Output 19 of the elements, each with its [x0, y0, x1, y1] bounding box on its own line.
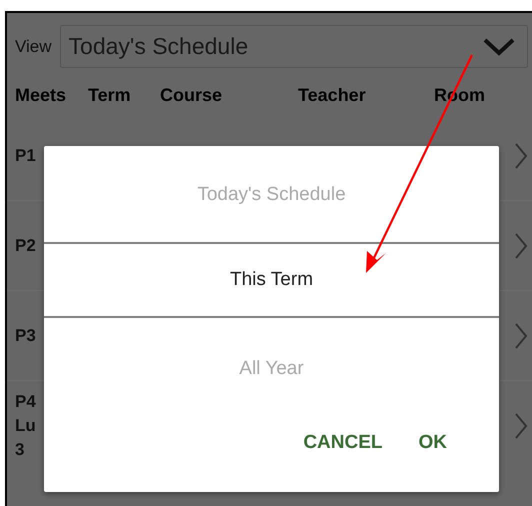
chevron-right-icon[interactable] [514, 142, 528, 170]
chevron-right-icon[interactable] [514, 412, 528, 440]
chevron-down-icon [483, 36, 515, 56]
dialog-button[interactable]: CANCEL [301, 428, 384, 458]
column-header: Teacher [298, 85, 366, 106]
dialog-option[interactable]: This Term [44, 242, 499, 318]
column-header: Term [88, 85, 131, 106]
meets-text: P3 [15, 324, 36, 346]
chevron-right-icon[interactable] [514, 232, 528, 260]
meets-text: P4 [15, 390, 36, 412]
column-header: Meets [15, 85, 66, 106]
dialog-button[interactable]: OK [416, 428, 449, 458]
chevron-right-icon[interactable] [514, 322, 528, 350]
view-label: View [15, 36, 52, 56]
meets-text: P2 [15, 234, 36, 256]
meets-text: P1 [15, 144, 36, 166]
meets-text: 3 [15, 438, 24, 460]
column-header: Course [160, 85, 222, 106]
meets-text: Lu [15, 414, 36, 436]
